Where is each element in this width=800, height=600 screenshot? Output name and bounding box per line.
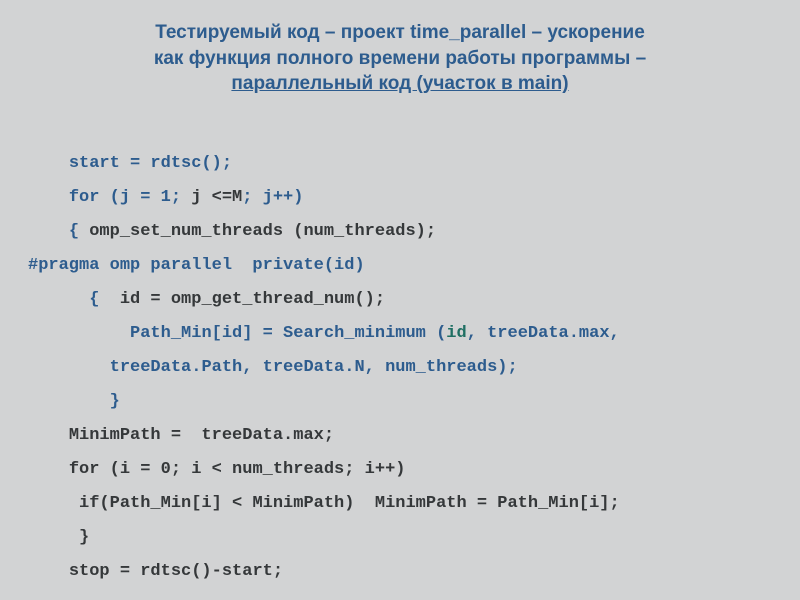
code-line-3: { omp_set_num_threads (num_threads); [28, 222, 436, 241]
title-line-2: как функция полного времени работы прогр… [154, 48, 646, 69]
code-line-9: MinimPath = treeData.max; [28, 426, 334, 445]
code-line-5: { id = omp_get_thread_num(); [28, 290, 385, 309]
slide: Тестируемый код – проект time_parallel –… [0, 0, 800, 600]
title-line-1: Тестируемый код – проект time_parallel –… [155, 22, 645, 43]
code-line-12: } [28, 528, 89, 547]
code-line-7: treeData.Path, treeData.N, num_threads); [28, 358, 518, 377]
code-line-6: Path_Min[id] = Search_minimum (id, treeD… [28, 324, 620, 343]
code-line-1: start = rdtsc(); [28, 154, 232, 173]
code-line-2: for (j = 1; j <=M; j++) [28, 188, 303, 207]
title-line-3: параллельный код (участок в main) [231, 73, 568, 94]
code-line-13: stop = rdtsc()-start; [28, 562, 283, 581]
slide-title: Тестируемый код – проект time_parallel –… [28, 20, 772, 97]
code-line-10: for (i = 0; i < num_threads; i++) [28, 460, 405, 479]
code-line-8: } [28, 392, 120, 411]
code-block: start = rdtsc(); for (j = 1; j <=M; j++)… [28, 113, 772, 589]
code-line-11: if(Path_Min[i] < MinimPath) MinimPath = … [28, 494, 620, 513]
code-line-4: #pragma omp parallel private(id) [28, 256, 365, 275]
